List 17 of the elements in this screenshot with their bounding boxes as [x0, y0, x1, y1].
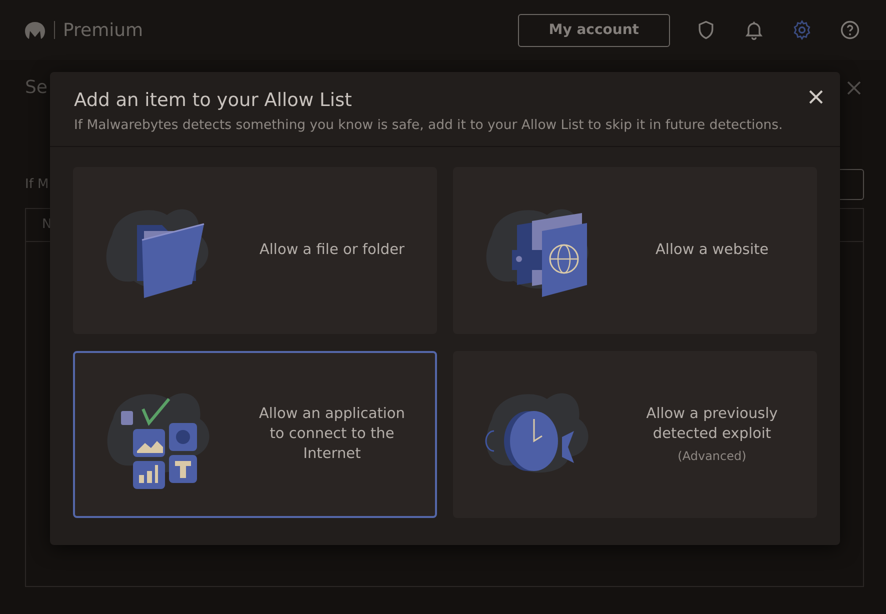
- option-card[interactable]: Allow an application to connect to the Internet: [73, 350, 437, 518]
- product-name: Premium: [63, 18, 144, 42]
- account-button[interactable]: My account: [518, 14, 670, 46]
- intro-text: If M: [25, 176, 49, 194]
- dialog-subtitle: If Malwarebytes detects something you know is safe, add it to your Allow List to skip it in future detections.: [74, 117, 784, 136]
- option-label: Allow a previously detected exploit: [645, 404, 779, 444]
- option-note: (Advanced): [678, 448, 746, 465]
- dialog-title: Add an item to your Allow List: [74, 90, 353, 112]
- option-card[interactable]: Allow a file or folder: [73, 166, 437, 334]
- help-icon[interactable]: [838, 18, 862, 42]
- option-card[interactable]: Allow a previously detected exploit (Advanced): [453, 350, 817, 518]
- option-label: Allow a file or folder: [259, 241, 405, 260]
- page-title: Se: [25, 76, 48, 100]
- option-label: Allow an application to connect to the Internet: [258, 405, 406, 464]
- option-card[interactable]: Allow a website: [453, 166, 817, 334]
- option-label: Allow a website: [656, 241, 768, 260]
- logo-icon: [24, 20, 46, 40]
